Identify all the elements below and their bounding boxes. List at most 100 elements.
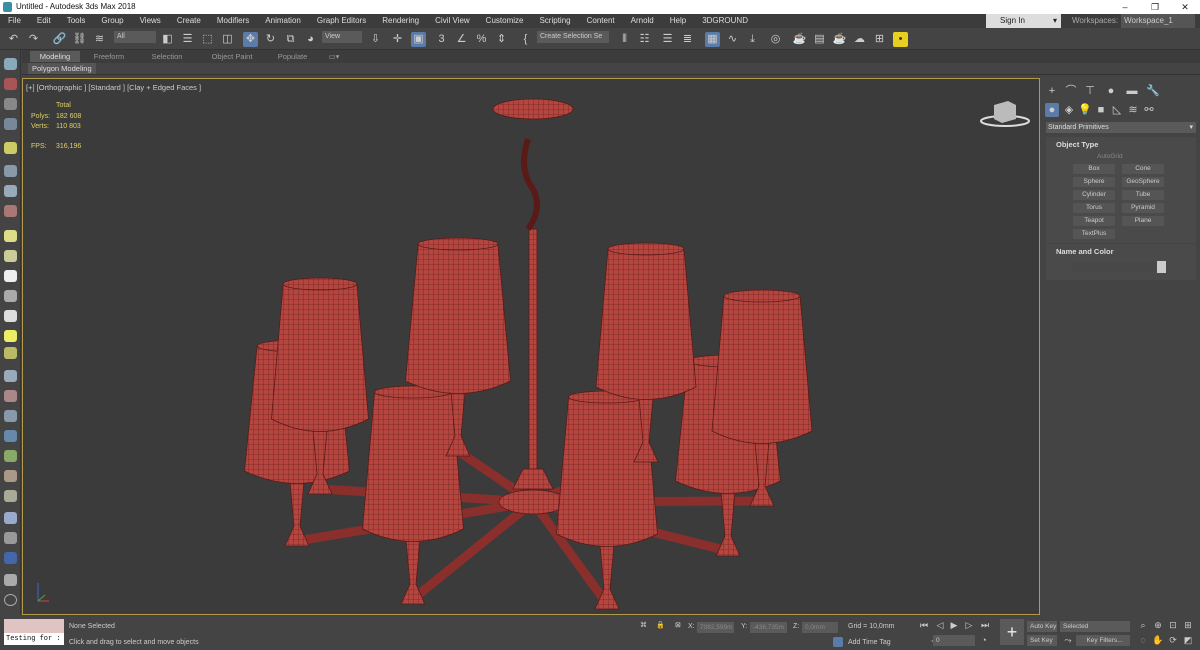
- tab-populate[interactable]: Populate: [270, 51, 315, 62]
- reference-coordinate-dropdown[interactable]: View: [322, 31, 362, 43]
- x-coordinate-field[interactable]: 7082,599m: [697, 622, 734, 633]
- unlink-icon[interactable]: ⛓: [72, 32, 87, 47]
- tab-object-paint[interactable]: Object Paint: [202, 51, 262, 62]
- object-name-input[interactable]: [1072, 262, 1154, 272]
- plane-button[interactable]: Plane: [1122, 216, 1164, 226]
- maximize-viewport-icon[interactable]: ◩: [1182, 635, 1194, 646]
- teapot-icon[interactable]: [4, 58, 17, 70]
- rendered-frame-icon[interactable]: ▤: [812, 32, 827, 47]
- time-tag-icon[interactable]: [833, 637, 843, 647]
- scene-icon[interactable]: [4, 118, 17, 130]
- menu-file[interactable]: File: [0, 14, 29, 28]
- menu-graph-editors[interactable]: Graph Editors: [309, 14, 374, 28]
- zoom-icon[interactable]: ⌕: [1137, 620, 1149, 631]
- object-type-header[interactable]: Object Type: [1046, 140, 1196, 149]
- zoom-all-icon[interactable]: ⊕: [1152, 620, 1164, 631]
- create-tab-icon[interactable]: +: [1045, 84, 1059, 98]
- space-warps-icon[interactable]: ≋: [1126, 103, 1140, 117]
- zoom-extents-all-icon[interactable]: ⊞: [1182, 620, 1194, 631]
- bind-space-warp-icon[interactable]: ≋: [92, 32, 107, 47]
- render-shortcuts-icon[interactable]: ⊞: [872, 32, 887, 47]
- utilities-tab-icon[interactable]: 🔧: [1146, 84, 1160, 98]
- isolate-icon[interactable]: ⌘: [640, 621, 647, 629]
- set-key-button[interactable]: Set Key: [1027, 635, 1057, 646]
- select-rotate-icon[interactable]: ↻: [263, 32, 278, 47]
- percent-snap-icon[interactable]: %: [474, 32, 489, 47]
- asset-icon[interactable]: •: [893, 32, 908, 47]
- maxscript-input[interactable]: Testing for :: [4, 633, 64, 645]
- help-icon[interactable]: [4, 594, 17, 606]
- helper-icon[interactable]: [4, 205, 17, 217]
- geosphere-button[interactable]: GeoSphere: [1122, 177, 1164, 187]
- light-icon[interactable]: [4, 142, 17, 154]
- ball-icon[interactable]: [4, 512, 17, 524]
- select-object-icon[interactable]: ◧: [160, 32, 175, 47]
- add-time-tag-button[interactable]: Add Time Tag: [848, 639, 891, 646]
- camera-icon[interactable]: [4, 165, 17, 177]
- robot-icon[interactable]: [4, 410, 17, 422]
- cylinder-button[interactable]: Cylinder: [1073, 190, 1115, 200]
- geometry-icon[interactable]: ●: [1045, 103, 1059, 117]
- brush-icon[interactable]: [4, 390, 17, 402]
- key-tangent-icon[interactable]: ⤳: [1062, 635, 1074, 646]
- geosphere-icon[interactable]: [4, 270, 17, 282]
- placement-icon[interactable]: ◕: [303, 32, 318, 47]
- z-coordinate-field[interactable]: 0,0mm: [802, 622, 838, 633]
- select-scale-icon[interactable]: ⧉: [283, 32, 298, 47]
- list-icon[interactable]: [4, 98, 17, 110]
- key-mode-dropdown[interactable]: Selected: [1060, 621, 1130, 632]
- rectangular-selection-icon[interactable]: ⬚: [200, 32, 215, 47]
- wheel-icon[interactable]: [4, 490, 17, 502]
- select-move-icon[interactable]: ✥: [243, 32, 258, 47]
- menu-help[interactable]: Help: [662, 14, 694, 28]
- selection-filter-dropdown[interactable]: All: [114, 31, 156, 43]
- undo-icon[interactable]: ↶: [6, 32, 21, 47]
- angle-snap-icon[interactable]: ∠: [454, 32, 469, 47]
- menu-civil-view[interactable]: Civil View: [427, 14, 478, 28]
- teapot-button[interactable]: Teapot: [1073, 216, 1115, 226]
- ribbon-options-icon[interactable]: ▭▾: [324, 51, 344, 62]
- key-filters-button[interactable]: Key Filters...: [1076, 635, 1130, 646]
- chandelier-model[interactable]: [23, 79, 1041, 616]
- y-coordinate-field[interactable]: -436,735m: [750, 622, 787, 633]
- render-icon[interactable]: [4, 552, 17, 564]
- object-color-swatch[interactable]: [1157, 261, 1166, 273]
- omni-icon[interactable]: [4, 347, 17, 359]
- render-setup-icon[interactable]: ☕: [792, 32, 807, 47]
- time-config-icon[interactable]: ◔: [978, 635, 990, 645]
- menu-arnold[interactable]: Arnold: [623, 14, 662, 28]
- menu-3dground[interactable]: 3DGROUND: [694, 14, 756, 28]
- go-to-start-icon[interactable]: ⏮: [918, 620, 930, 631]
- plane-icon[interactable]: [4, 230, 17, 242]
- curve-editor-icon[interactable]: ∿: [725, 32, 740, 47]
- menu-scripting[interactable]: Scripting: [531, 14, 578, 28]
- workspace-selector[interactable]: Workspaces: Workspace_1: [1066, 14, 1200, 28]
- link-icon[interactable]: 🔗: [52, 32, 67, 47]
- schematic-view-icon[interactable]: ⤓: [745, 32, 760, 47]
- workspace-dropdown[interactable]: Workspace_1: [1121, 14, 1196, 28]
- shapes-icon[interactable]: ◈: [1062, 103, 1076, 117]
- absolute-mode-icon[interactable]: ⊠: [675, 621, 681, 629]
- tab-modeling[interactable]: Modeling: [30, 51, 80, 62]
- globe-icon[interactable]: [4, 430, 17, 442]
- menu-views[interactable]: Views: [132, 14, 169, 28]
- tube-button[interactable]: Tube: [1122, 190, 1164, 200]
- textplus-button[interactable]: TextPlus: [1073, 229, 1115, 239]
- menu-content[interactable]: Content: [579, 14, 623, 28]
- lights-icon[interactable]: 💡: [1078, 103, 1092, 117]
- grid-icon[interactable]: [4, 574, 17, 586]
- menu-group[interactable]: Group: [93, 14, 131, 28]
- pivot-center-icon[interactable]: ⇩: [368, 32, 383, 47]
- auto-key-button[interactable]: Auto Key: [1027, 621, 1057, 632]
- minimize-button[interactable]: –: [1110, 0, 1140, 14]
- cameras-icon[interactable]: ■: [1094, 103, 1108, 117]
- lock-icon[interactable]: 🔒: [656, 621, 665, 629]
- render-production-icon[interactable]: ☕: [832, 32, 847, 47]
- sphere-button[interactable]: Sphere: [1073, 177, 1115, 187]
- helpers-icon[interactable]: ◺: [1110, 103, 1124, 117]
- plant-icon[interactable]: [4, 450, 17, 462]
- hierarchy-tab-icon[interactable]: ⊤: [1083, 84, 1097, 98]
- torus-icon[interactable]: [4, 290, 17, 302]
- spinner-snap-icon[interactable]: ⇕: [494, 32, 509, 47]
- orbit-icon[interactable]: ⟳: [1167, 635, 1179, 646]
